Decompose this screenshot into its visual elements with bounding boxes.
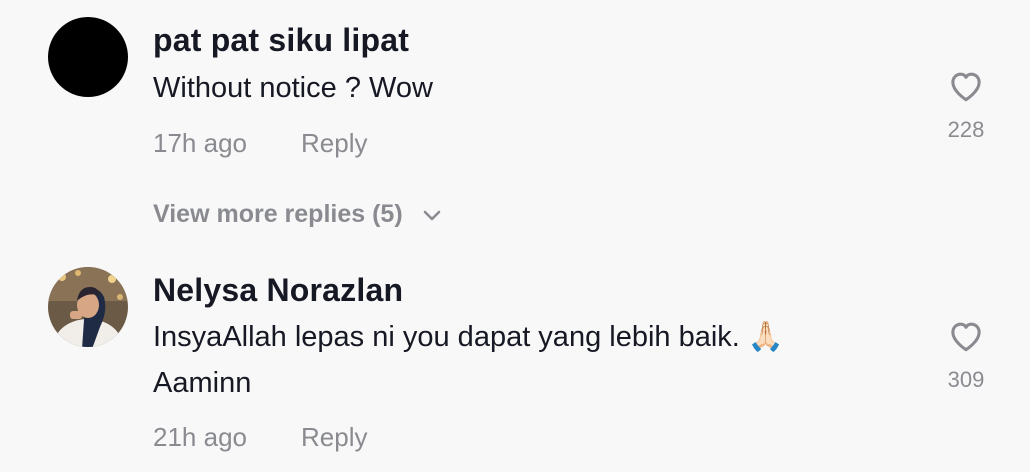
view-more-replies-button[interactable]: View more replies (5)	[153, 200, 442, 229]
like-button[interactable]: 309	[940, 318, 992, 393]
heart-outline-icon	[951, 72, 981, 102]
comment-text-line: InsyaAllah lepas ni you dapat yang lebih…	[153, 321, 785, 353]
heart-outline-icon	[951, 322, 981, 352]
like-count: 309	[947, 367, 985, 392]
view-more-replies-label: View more replies (5)	[153, 200, 403, 228]
like-button[interactable]: 228	[940, 68, 992, 143]
comment-text-line: Without notice ? Wow	[153, 72, 433, 104]
chevron-down-icon	[423, 211, 440, 221]
reply-button[interactable]: Reply	[301, 128, 367, 159]
comment-username[interactable]: Nelysa Norazlan	[153, 272, 403, 309]
avatar[interactable]	[48, 17, 128, 97]
avatar[interactable]	[48, 267, 128, 347]
comment-username[interactable]: pat pat siku lipat	[153, 22, 409, 59]
photo-avatar	[48, 267, 128, 347]
comment-meta: 21h ago Reply	[153, 422, 367, 453]
comment-timestamp: 21h ago	[153, 422, 247, 452]
like-count: 228	[947, 117, 985, 142]
reply-button[interactable]: Reply	[301, 422, 367, 453]
comment-text: InsyaAllah lepas ni you dapat yang lebih…	[153, 314, 784, 406]
comment-meta: 17h ago Reply	[153, 128, 367, 159]
comment-text: Without notice ? Wow	[153, 65, 433, 111]
comment-timestamp: 17h ago	[153, 128, 247, 158]
comment-text-line: Aaminn	[153, 367, 252, 399]
